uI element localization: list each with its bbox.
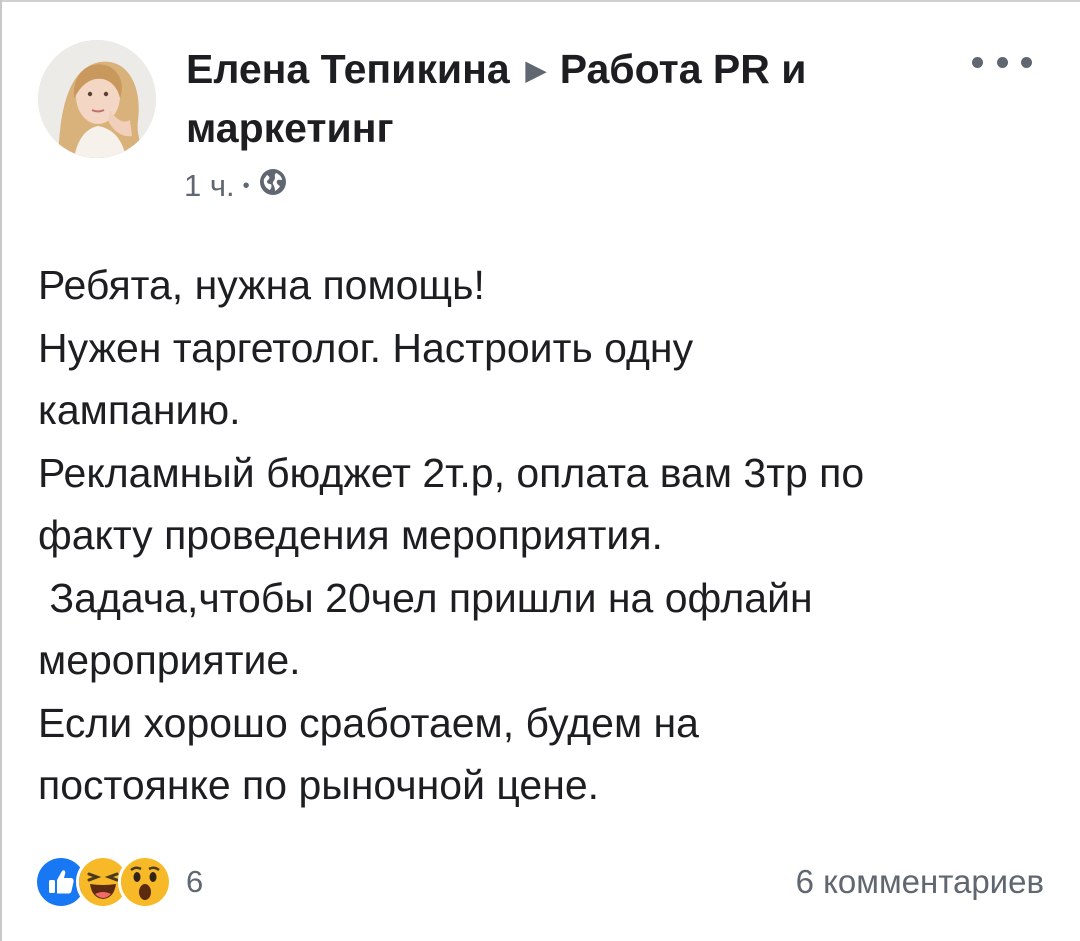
post-line: Нужен таргетолог. Настроить одну xyxy=(38,324,694,371)
post-body: Ребята, нужна помощь! Нужен таргетолог. … xyxy=(38,254,1048,817)
comments-count-link[interactable]: 6 комментариев xyxy=(796,858,1044,906)
post-line: Задача,чтобы 20чел пришли на офлайн xyxy=(38,574,813,621)
post-line: Рекламный бюджет 2т.р, оплата вам 3тр по xyxy=(38,449,865,496)
meta-separator: • xyxy=(242,174,250,197)
reaction-count: 6 xyxy=(186,864,204,899)
globe-icon xyxy=(258,167,288,205)
post-line: Ребята, нужна помощь! xyxy=(38,262,485,308)
post-time[interactable]: 1 ч. xyxy=(184,168,235,204)
more-horizontal-icon xyxy=(972,56,983,68)
post-line: постоянке по рыночной цене. xyxy=(38,762,600,808)
wow-icon xyxy=(118,855,172,909)
post-header: Елена Тепикина ▶ Работа PR и маркетинг 1 ч… xyxy=(0,0,1080,230)
post-line: кампанию. xyxy=(38,387,241,433)
arrow-right-icon: ▶ xyxy=(525,55,546,85)
post-meta: 1 ч. • xyxy=(184,166,288,206)
post-line: факту проведения мероприятия. xyxy=(38,512,663,558)
more-options-button[interactable] xyxy=(972,44,1032,80)
reactions-summary[interactable]: 6 xyxy=(34,855,204,909)
avatar[interactable] xyxy=(38,40,156,158)
author-name[interactable]: Елена Тепикина xyxy=(186,46,510,92)
post-title: Елена Тепикина ▶ Работа PR и маркетинг xyxy=(186,40,946,157)
post-line: мероприятие. xyxy=(38,637,301,683)
post-line: Если хорошо сработаем, будем на xyxy=(38,699,699,746)
